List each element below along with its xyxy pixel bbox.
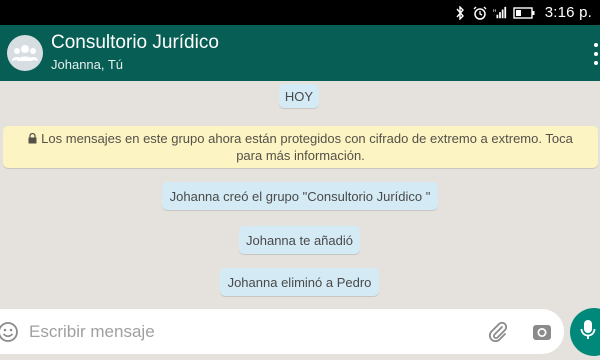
microphone-icon [580,318,596,347]
date-label: HOY [279,84,319,108]
chat-header[interactable]: Consultorio Jurídico Johanna, Tú [0,25,600,81]
signal-icon: H [493,6,507,20]
message-input[interactable] [29,316,429,347]
group-icon [12,45,38,61]
bluetooth-icon [453,5,467,20]
header-text[interactable]: Consultorio Jurídico Johanna, Tú [51,32,219,74]
system-message: Johanna creó el grupo "Consultorio Juríd… [162,182,438,210]
camera-icon[interactable] [530,320,554,344]
status-bar: H 3:16 p. [0,0,600,25]
group-participants: Johanna, Tú [51,57,124,72]
attach-icon[interactable] [486,320,510,344]
encryption-notice[interactable]: Los mensajes en este grupo ahora están p… [3,126,598,168]
status-time: 3:16 p. [544,4,592,21]
group-title: Consultorio Jurídico [51,32,219,53]
system-message: Johanna te añadió [239,226,360,254]
emoji-icon[interactable] [0,321,19,343]
alarm-icon [473,6,487,20]
system-message: Johanna eliminó a Pedro [220,268,379,296]
battery-icon [513,6,535,20]
more-options-icon[interactable] [592,43,600,65]
mic-button[interactable] [570,308,600,356]
group-avatar[interactable] [7,35,43,71]
chat-area[interactable]: HOY Los mensajes en este grupo ahora est… [0,81,600,307]
encryption-notice-text: Los mensajes en este grupo ahora están p… [41,131,573,163]
message-composer [0,309,564,354]
lock-icon [28,132,37,148]
svg-text:H: H [493,8,496,13]
